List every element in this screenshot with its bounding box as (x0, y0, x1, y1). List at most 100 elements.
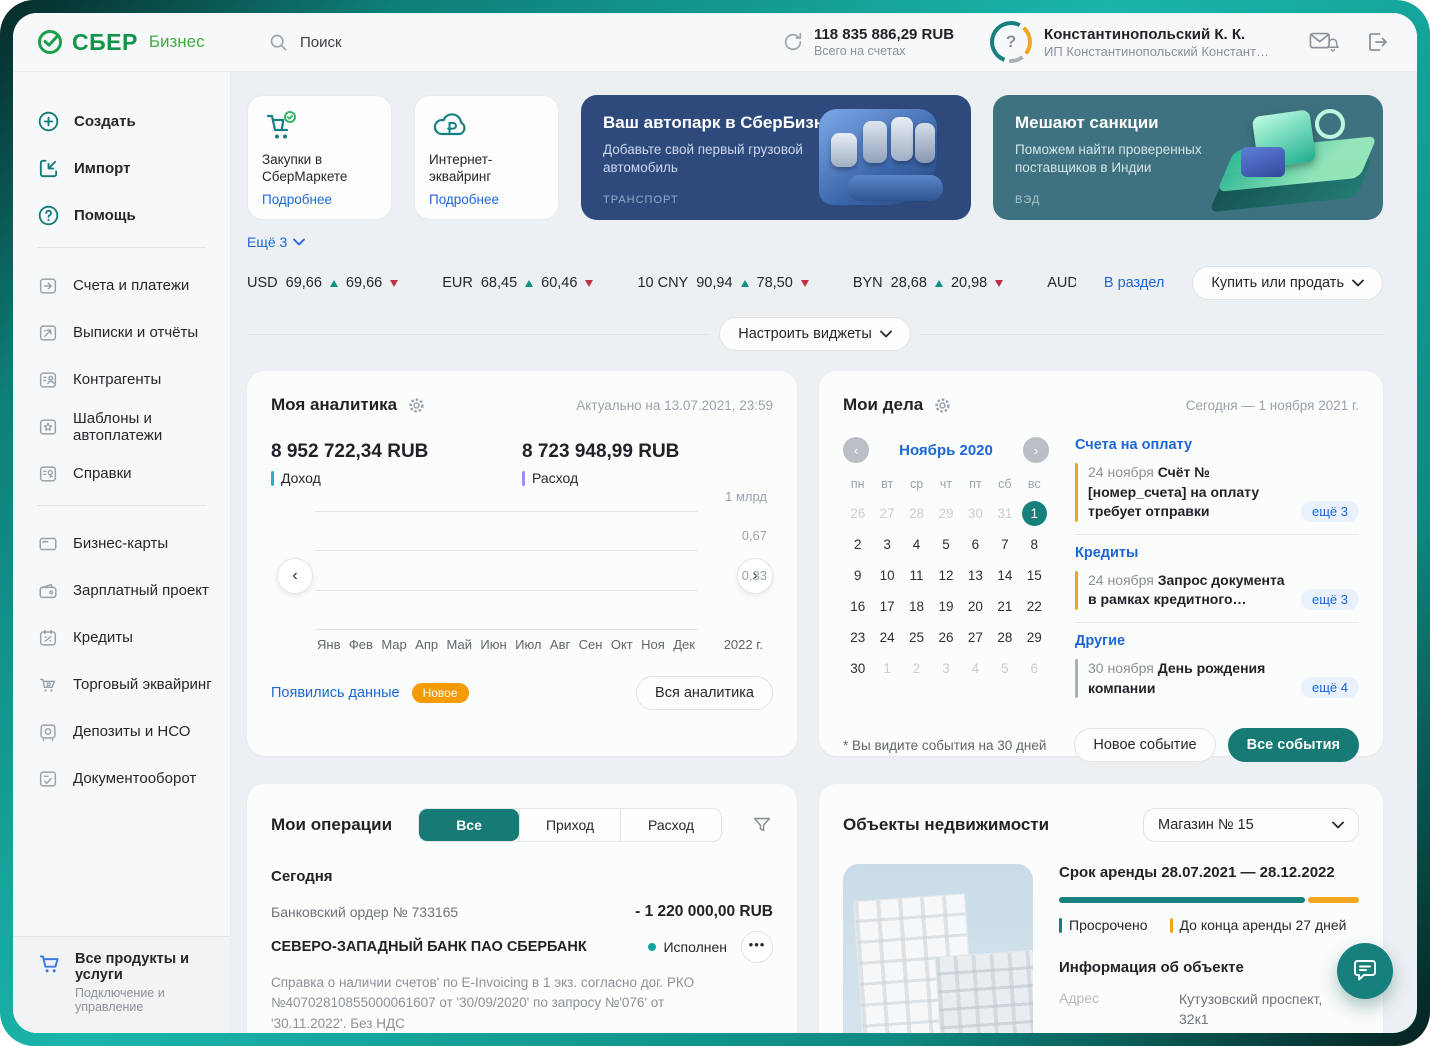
realty-object-select[interactable]: Магазин № 15 (1143, 808, 1359, 842)
chart-prev-button[interactable]: ‹ (277, 558, 313, 594)
calendar-day[interactable]: 29 (931, 501, 960, 526)
calendar-day[interactable]: 28 (902, 501, 931, 526)
gear-icon[interactable] (407, 396, 426, 415)
sidebar-item-import[interactable]: Импорт (37, 145, 230, 192)
event-category-link[interactable]: Другие (1075, 633, 1359, 649)
sidebar-item-salary[interactable]: Зарплатный проект (37, 567, 230, 614)
sidebar-item-statements[interactable]: Выписки и отчёты (37, 309, 230, 356)
calendar-day[interactable]: 10 (872, 563, 901, 588)
calendar-day[interactable]: 5 (990, 656, 1019, 681)
promo-link[interactable]: Подробнее (429, 192, 544, 207)
calendar-day[interactable]: 26 (931, 625, 960, 650)
logout-icon[interactable] (1365, 30, 1389, 54)
calendar-day[interactable]: 27 (961, 625, 990, 650)
filter-icon[interactable] (751, 814, 773, 836)
brand-logo[interactable]: СБЕР Бизнес (13, 29, 231, 56)
search-input[interactable] (298, 32, 602, 52)
calendar-day[interactable]: 11 (902, 563, 931, 588)
calendar-day[interactable]: 25 (902, 625, 931, 650)
tab-expense[interactable]: Расход (620, 809, 721, 841)
refresh-icon[interactable] (782, 31, 804, 53)
promo-link[interactable]: Подробнее (262, 192, 377, 207)
calendar-day[interactable]: 20 (961, 594, 990, 619)
calendar-day[interactable]: 13 (961, 563, 990, 588)
calendar-day[interactable]: 19 (931, 594, 960, 619)
sidebar-item-help[interactable]: Помощь (37, 192, 230, 239)
calendar-day[interactable]: 6 (961, 532, 990, 557)
calendar-day[interactable]: 29 (1020, 625, 1049, 650)
calendar-day[interactable]: 3 (872, 532, 901, 557)
calendar-day[interactable]: 3 (931, 656, 960, 681)
calendar-day[interactable]: 21 (990, 594, 1019, 619)
sidebar-item-create[interactable]: Создать (37, 98, 230, 145)
calendar-day[interactable]: 8 (1020, 532, 1049, 557)
calendar-day[interactable]: 15 (1020, 563, 1049, 588)
calendar-day[interactable]: 9 (843, 563, 872, 588)
calendar-next-button[interactable]: › (1023, 437, 1049, 463)
sidebar-item-templates[interactable]: Шаблоны и автоплатежи (37, 403, 230, 450)
user-menu[interactable]: ? Константинопольский К. К. ИП Константи… (990, 21, 1269, 63)
calendar-month[interactable]: Ноябрь 2020 (899, 442, 993, 459)
chat-button[interactable] (1337, 943, 1393, 999)
new-event-button[interactable]: Новое событие (1074, 728, 1216, 763)
event-category-link[interactable]: Кредиты (1075, 545, 1359, 561)
mail-notifications-icon[interactable] (1309, 29, 1339, 55)
calendar-day[interactable]: 14 (990, 563, 1019, 588)
calendar-day[interactable]: 30 (961, 501, 990, 526)
sidebar-item-business-cards[interactable]: Бизнес-карты (37, 520, 230, 567)
calendar-day[interactable]: 7 (990, 532, 1019, 557)
calendar-day[interactable]: 2 (902, 656, 931, 681)
balance-widget[interactable]: 118 835 886,29 RUB Всего на счетах (782, 26, 954, 58)
tab-all[interactable]: Все (419, 809, 520, 841)
calendar-day[interactable]: 1 (872, 656, 901, 681)
sidebar-footer-products[interactable]: Все продукты и услуги Подключение и упра… (13, 936, 230, 1033)
calendar-day[interactable]: 18 (902, 594, 931, 619)
all-events-button[interactable]: Все события (1227, 728, 1359, 763)
banner-autopark[interactable]: Ваш автопарк в СберБизнес Добавьте свой … (581, 95, 971, 220)
sidebar-item-deposits[interactable]: Депозиты и НСО (37, 708, 230, 755)
calendar-day[interactable]: 12 (931, 563, 960, 588)
all-analytics-button[interactable]: Вся аналитика (636, 676, 773, 710)
event-more-button[interactable]: ещё 3 (1301, 500, 1359, 522)
calendar-day[interactable]: 28 (990, 625, 1019, 650)
promo-more-link[interactable]: Ещё 3 (247, 234, 327, 250)
sidebar-item-acquiring[interactable]: Торговый эквайринг (37, 661, 230, 708)
banner-sanctions[interactable]: Мешают санкции Поможем найти проверенных… (993, 95, 1383, 220)
search-bar[interactable] (269, 32, 782, 52)
calendar-day[interactable]: 4 (961, 656, 990, 681)
calendar-day[interactable]: 16 (843, 594, 872, 619)
gear-icon[interactable] (933, 396, 952, 415)
buy-sell-button[interactable]: Купить или продать (1192, 266, 1383, 300)
operation-row[interactable]: Банковский ордер № 733165 - 1 220 000,00… (271, 903, 773, 1033)
x-label: Дек (673, 637, 695, 652)
calendar-day[interactable]: 26 (843, 501, 872, 526)
new-data-link[interactable]: Появились данные (271, 685, 400, 701)
operation-menu-button[interactable]: ••• (741, 931, 773, 963)
calendar-day[interactable]: 30 (843, 656, 872, 681)
promo-card-sbermarket[interactable]: Закупки в СберМаркете Подробнее (247, 95, 392, 220)
calendar-day[interactable]: 17 (872, 594, 901, 619)
currency-section-link[interactable]: В раздел (1104, 275, 1165, 291)
calendar-day[interactable]: 23 (843, 625, 872, 650)
calendar-day[interactable]: 2 (843, 532, 872, 557)
calendar-day[interactable]: 22 (1020, 594, 1049, 619)
calendar-day[interactable]: 31 (990, 501, 1019, 526)
sidebar-item-accounts[interactable]: Счета и платежи (37, 262, 230, 309)
sidebar-item-docflow[interactable]: Документооборот (37, 755, 230, 802)
tab-income[interactable]: Приход (519, 809, 620, 841)
calendar-day[interactable]: 27 (872, 501, 901, 526)
sidebar-item-credits[interactable]: Кредиты (37, 614, 230, 661)
configure-widgets-button[interactable]: Настроить виджеты (719, 317, 911, 351)
calendar-prev-button[interactable]: ‹ (843, 437, 869, 463)
calendar-day[interactable]: 6 (1020, 656, 1049, 681)
event-more-button[interactable]: ещё 4 (1301, 677, 1359, 699)
promo-card-acquiring[interactable]: Интернет-эквайринг Подробнее (414, 95, 559, 220)
event-category-link[interactable]: Счета на оплату (1075, 437, 1359, 453)
sidebar-item-contractors[interactable]: Контрагенты (37, 356, 230, 403)
calendar-day[interactable]: 4 (902, 532, 931, 557)
calendar-day[interactable]: 24 (872, 625, 901, 650)
calendar-day[interactable]: 5 (931, 532, 960, 557)
sidebar-item-certificates[interactable]: Справки (37, 450, 230, 497)
calendar-day-selected[interactable]: 1 (1020, 501, 1049, 526)
event-more-button[interactable]: ещё 3 (1301, 588, 1359, 610)
